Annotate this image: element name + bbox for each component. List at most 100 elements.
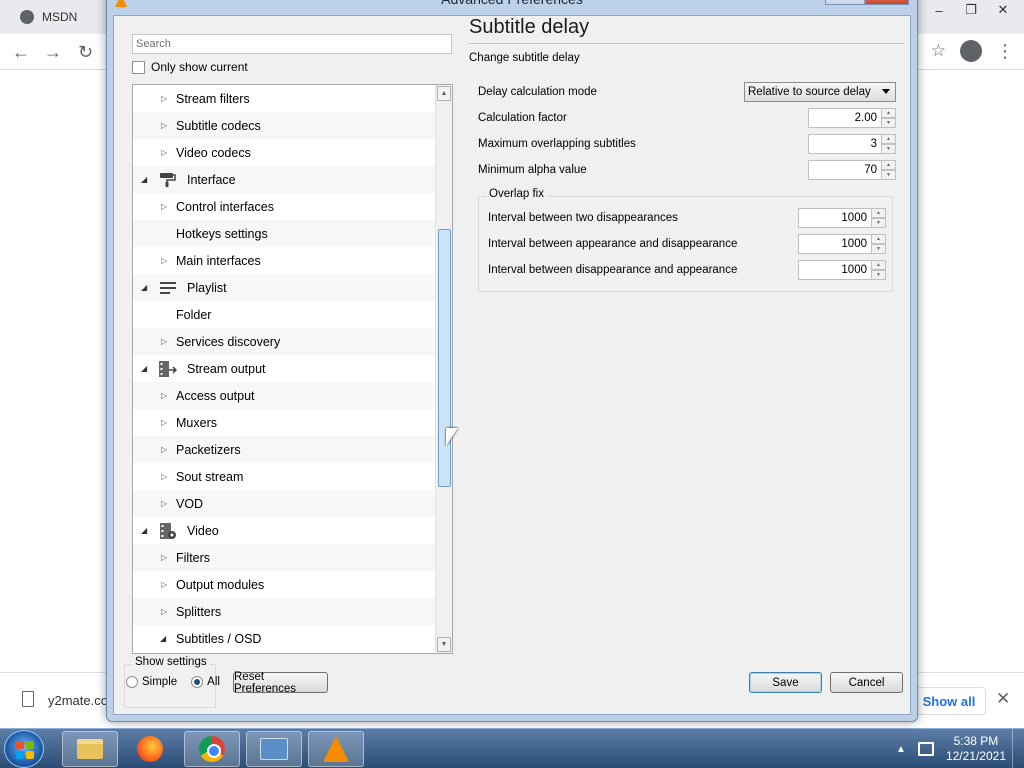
expanded-arrow-icon[interactable]: ◢ — [160, 634, 166, 643]
expanded-arrow-icon[interactable]: ◢ — [141, 526, 147, 535]
show-all-button[interactable]: Show all — [912, 687, 986, 715]
tree-item[interactable]: ▷ Main interfaces — [133, 247, 436, 274]
spin-up-icon[interactable]: ▲ — [872, 260, 886, 270]
back-icon[interactable]: ← — [12, 42, 30, 63]
interval-two-dis-value[interactable]: 1000 — [798, 208, 872, 228]
spin-up-icon[interactable]: ▲ — [882, 134, 896, 144]
tree-item[interactable]: ▷ Packetizers — [133, 436, 436, 463]
cancel-button[interactable]: Cancel — [830, 672, 903, 693]
start-button[interactable] — [4, 730, 44, 768]
min-alpha-value[interactable]: 70 — [808, 160, 882, 180]
collapsed-arrow-icon[interactable]: ▷ — [161, 256, 167, 265]
tree-item[interactable]: ▷ Video codecs — [133, 139, 436, 166]
tree-item[interactable]: ◢ Stream output — [133, 355, 436, 382]
close-icon[interactable]: ✕ — [988, 0, 1018, 20]
max-overlap-value[interactable]: 3 — [808, 134, 882, 154]
collapsed-arrow-icon[interactable]: ▷ — [161, 499, 167, 508]
interval-dis-app-spinbox[interactable]: 1000 ▲ ▼ — [798, 260, 886, 280]
collapsed-arrow-icon[interactable]: ▷ — [161, 391, 167, 400]
interval-two-dis-spinbox[interactable]: 1000 ▲ ▼ — [798, 208, 886, 228]
save-button[interactable]: Save — [749, 672, 822, 693]
tree-item[interactable]: ▷ Stream filters — [133, 85, 436, 112]
taskbar-explorer[interactable] — [62, 731, 118, 767]
all-label[interactable]: All — [207, 676, 220, 688]
collapsed-arrow-icon[interactable]: ▷ — [161, 418, 167, 427]
bookmark-star-icon[interactable]: ☆ — [931, 41, 946, 61]
minimize-icon[interactable]: – — [924, 0, 954, 20]
taskbar-vlc[interactable] — [308, 731, 364, 767]
collapsed-arrow-icon[interactable]: ▷ — [161, 202, 167, 211]
collapsed-arrow-icon[interactable]: ▷ — [161, 445, 167, 454]
collapsed-arrow-icon[interactable]: ▷ — [161, 148, 167, 157]
min-alpha-spinbox[interactable]: 70 ▲ ▼ — [808, 160, 896, 180]
spin-up-icon[interactable]: ▲ — [882, 160, 896, 170]
scroll-thumb[interactable] — [438, 228, 451, 487]
tree-item[interactable]: ▷ Splitters — [133, 598, 436, 625]
taskbar-chrome[interactable] — [184, 731, 240, 767]
tree-item[interactable]: ▷ Services discovery — [133, 328, 436, 355]
spin-down-icon[interactable]: ▼ — [882, 144, 896, 154]
close-icon[interactable]: ✕ — [996, 689, 1010, 709]
tree-item[interactable]: ◢ Subtitles / OSD — [133, 625, 436, 652]
calc-factor-value[interactable]: 2.00 — [808, 108, 882, 128]
collapsed-arrow-icon[interactable]: ▷ — [161, 94, 167, 103]
tray-expand-icon[interactable]: ▲ — [896, 744, 906, 755]
spin-down-icon[interactable]: ▼ — [882, 118, 896, 128]
collapsed-arrow-icon[interactable]: ▷ — [161, 337, 167, 346]
scroll-down-icon[interactable]: ▼ — [437, 637, 451, 652]
interval-dis-app-value[interactable]: 1000 — [798, 260, 872, 280]
tree-item[interactable]: Hotkeys settings — [133, 220, 436, 247]
expanded-arrow-icon[interactable]: ◢ — [141, 283, 147, 292]
collapsed-arrow-icon[interactable]: ▷ — [161, 607, 167, 616]
search-input[interactable]: Search — [132, 34, 452, 54]
tree-item[interactable]: ◢ Interface — [133, 166, 436, 193]
tree-item[interactable]: ▷ Control interfaces — [133, 193, 436, 220]
collapsed-arrow-icon[interactable]: ▷ — [161, 121, 167, 130]
tree-item[interactable]: ▷ Sout stream — [133, 463, 436, 490]
spin-up-icon[interactable]: ▲ — [872, 234, 886, 244]
collapsed-arrow-icon[interactable]: ▷ — [161, 580, 167, 589]
simple-radio[interactable] — [126, 676, 138, 688]
expanded-arrow-icon[interactable]: ◢ — [141, 175, 147, 184]
tree-item[interactable]: ▷ VOD — [133, 490, 436, 517]
tree-item[interactable]: ▷ Filters — [133, 544, 436, 571]
show-desktop-button[interactable] — [1012, 729, 1024, 768]
tree-scrollbar[interactable]: ▲ ▼ — [435, 85, 452, 653]
forward-icon[interactable]: → — [44, 42, 62, 63]
interval-app-dis-spinbox[interactable]: 1000 ▲ ▼ — [798, 234, 886, 254]
interval-app-dis-value[interactable]: 1000 — [798, 234, 872, 254]
collapsed-arrow-icon[interactable]: ▷ — [161, 553, 167, 562]
reset-preferences-button[interactable]: Reset Preferences — [233, 671, 328, 695]
tree-item[interactable]: ▷ Access output — [133, 382, 436, 409]
simple-label[interactable]: Simple — [142, 676, 177, 688]
tree-item[interactable]: ◢ Playlist — [133, 274, 436, 301]
scroll-up-icon[interactable]: ▲ — [437, 86, 451, 101]
spin-down-icon[interactable]: ▼ — [882, 170, 896, 180]
spin-down-icon[interactable]: ▼ — [872, 270, 886, 280]
only-show-current-checkbox[interactable]: Only show current — [132, 60, 248, 74]
profile-avatar-icon[interactable] — [960, 40, 982, 62]
tree-item[interactable]: ▷ Output modules — [133, 571, 436, 598]
dialog-close-button[interactable] — [865, 0, 909, 5]
taskbar-network-app[interactable] — [246, 731, 302, 767]
checkbox-box[interactable] — [132, 60, 145, 74]
network-status-icon[interactable] — [917, 742, 934, 756]
all-radio[interactable] — [191, 676, 204, 688]
expanded-arrow-icon[interactable]: ◢ — [141, 364, 147, 373]
maximize-button[interactable] — [825, 0, 865, 5]
restore-icon[interactable]: ❐ — [956, 0, 986, 20]
menu-kebab-icon[interactable]: ⋮ — [996, 41, 1014, 62]
max-overlap-spinbox[interactable]: 3 ▲ ▼ — [808, 134, 896, 154]
spin-down-icon[interactable]: ▼ — [872, 244, 886, 254]
tree-item[interactable]: ▷ Subtitle codecs — [133, 112, 436, 139]
delay-mode-select[interactable]: Relative to source delay — [744, 82, 896, 102]
tree-item[interactable]: ◢ Video — [133, 517, 436, 544]
spin-up-icon[interactable]: ▲ — [872, 208, 886, 218]
reload-icon[interactable]: ↻ — [78, 42, 93, 63]
tree-item[interactable]: Folder — [133, 301, 436, 328]
taskbar-firefox[interactable] — [122, 731, 178, 767]
spin-down-icon[interactable]: ▼ — [872, 218, 886, 228]
calc-factor-spinbox[interactable]: 2.00 ▲ ▼ — [808, 108, 896, 128]
tree-item[interactable]: ▷ Muxers — [133, 409, 436, 436]
clock[interactable]: 5:38 PM 12/21/2021 — [946, 734, 1006, 764]
